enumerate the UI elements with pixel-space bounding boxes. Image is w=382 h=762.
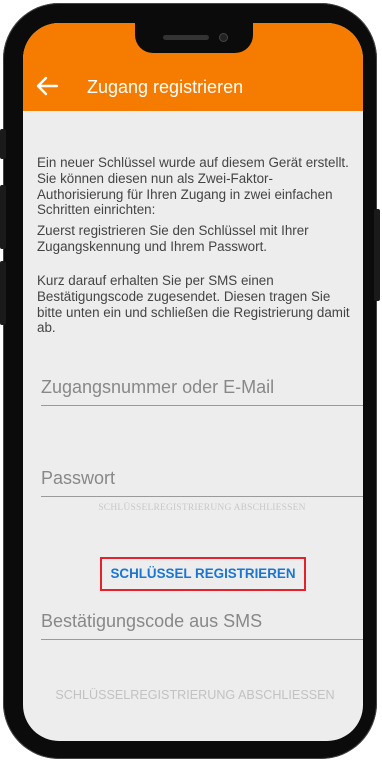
intro-paragraph-2: Zuerst registrieren Sie den Schlüssel mi… (37, 223, 309, 254)
password-field[interactable]: Passwort (41, 466, 363, 497)
notch (135, 23, 253, 53)
sms-code-placeholder: Bestätigungscode aus SMS (41, 611, 263, 631)
volume-up-button (0, 185, 6, 249)
username-field[interactable]: Zugangsnummer oder E-Mail (41, 375, 363, 406)
mute-switch (0, 129, 6, 159)
arrow-left-icon[interactable] (35, 75, 61, 97)
sms-code-field[interactable]: Bestätigungscode aus SMS (41, 609, 363, 640)
password-placeholder: Passwort (41, 468, 116, 488)
volume-down-button (0, 261, 6, 325)
power-button (374, 209, 380, 301)
ghost-text: SCHLÜSSELREGISTRIERUNG ABSCHLIESSEN (98, 503, 306, 513)
phone-screen: Zugang registrieren Ein neuer Schlüssel … (23, 23, 363, 741)
register-key-button[interactable]: SCHLÜSSEL REGISTRIEREN (100, 557, 306, 591)
intro-paragraph-1: Ein neuer Schlüssel wurde auf diesem Ger… (37, 155, 349, 218)
intro-paragraph-3: Kurz darauf erhalten Sie per SMS einen B… (37, 273, 350, 336)
page-title: Zugang registrieren (87, 77, 244, 97)
phone-frame: Zugang registrieren Ein neuer Schlüssel … (0, 3, 380, 759)
main-content: Ein neuer Schlüssel wurde auf diesem Ger… (23, 111, 363, 741)
finish-registration-button[interactable]: SCHLÜSSELREGISTRIERUNG ABSCHLIESSEN (35, 683, 355, 707)
username-placeholder: Zugangsnummer oder E-Mail (41, 377, 275, 397)
front-camera (219, 33, 228, 42)
speaker-grille (163, 35, 209, 40)
